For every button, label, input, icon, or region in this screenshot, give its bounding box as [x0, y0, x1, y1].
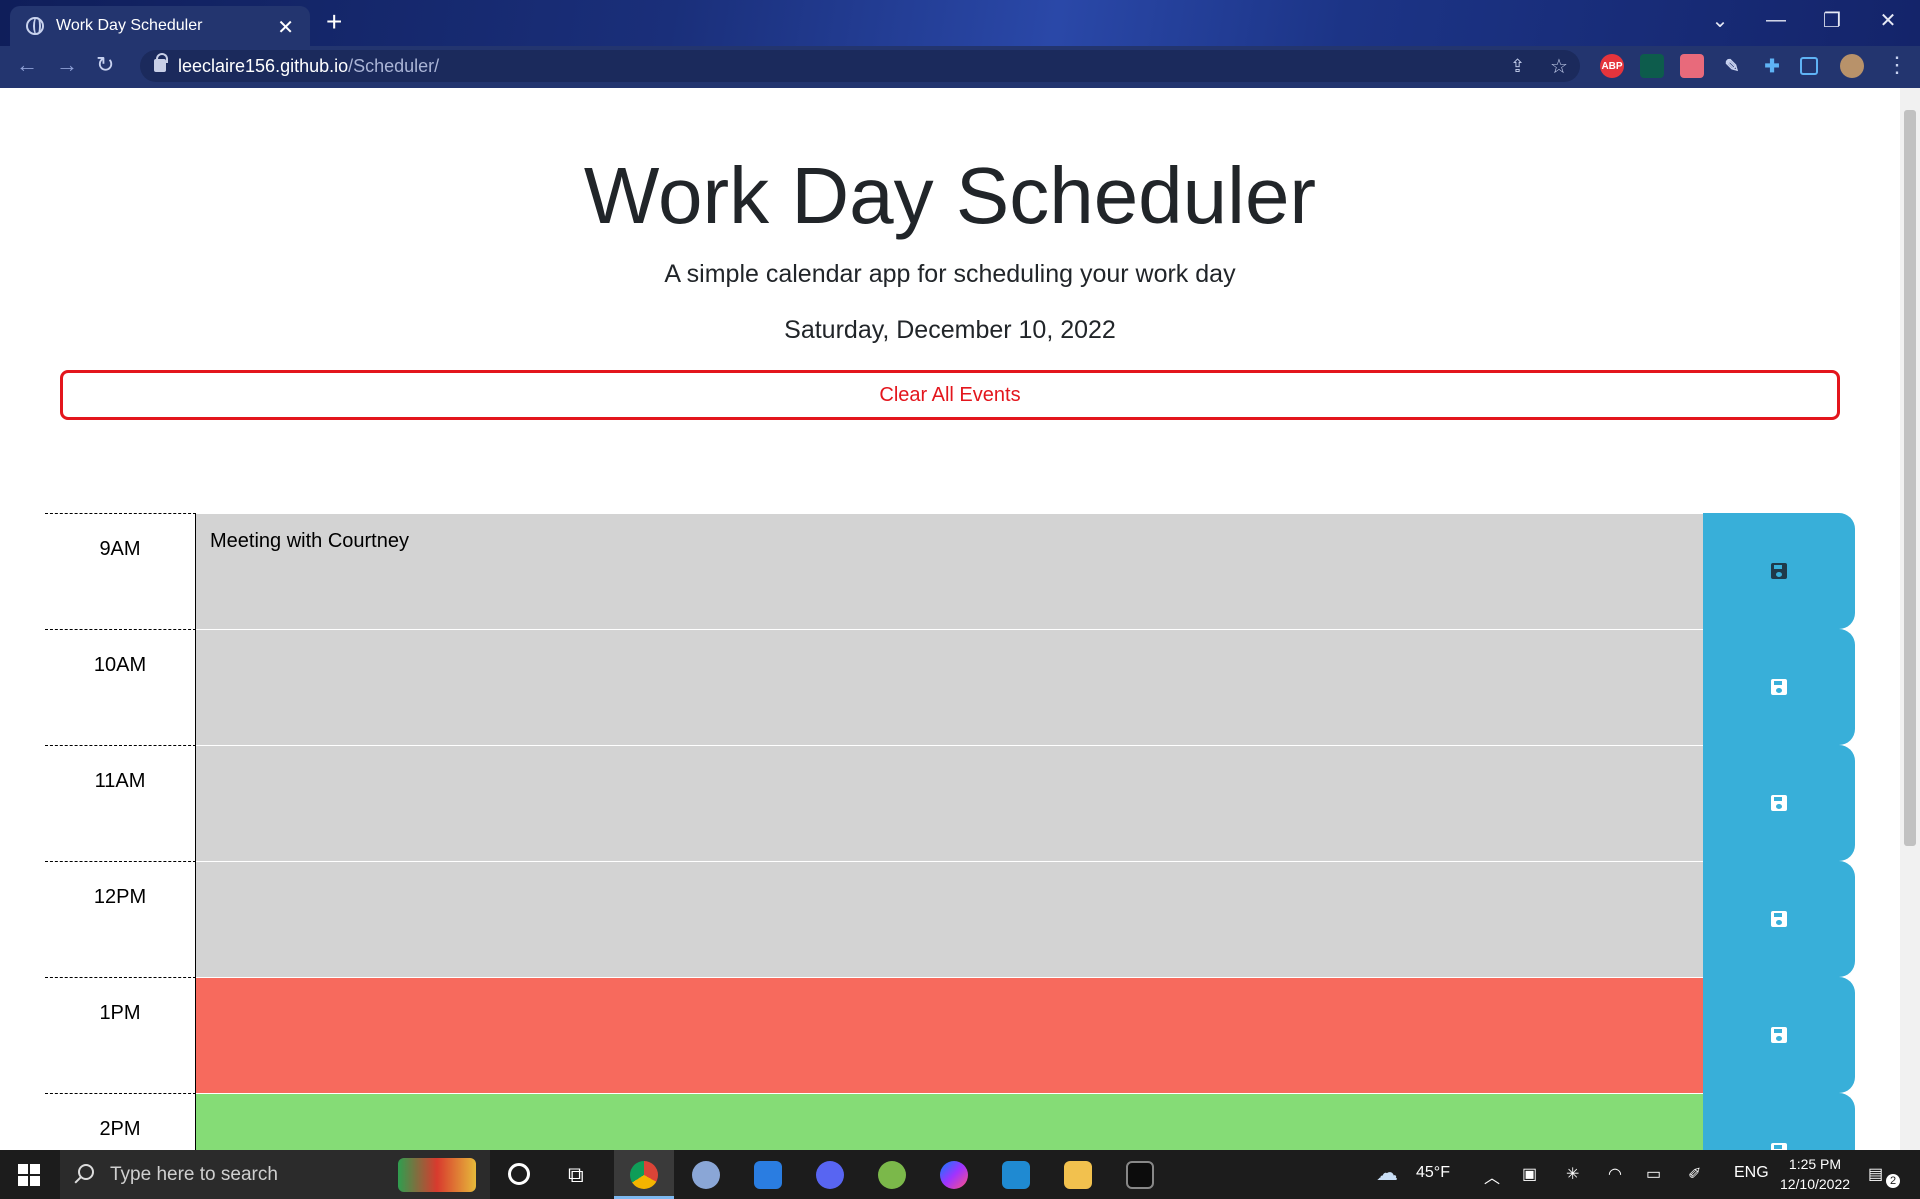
taskbar-search-placeholder: Type here to search: [110, 1163, 278, 1185]
pen-icon[interactable]: ✐: [1688, 1164, 1701, 1184]
video-extension-icon[interactable]: [1680, 54, 1704, 78]
save-button[interactable]: [1703, 861, 1855, 977]
tab-title: Work Day Scheduler: [56, 17, 203, 34]
save-icon: [1771, 679, 1787, 695]
vscode-icon[interactable]: [1002, 1161, 1030, 1189]
wifi-icon[interactable]: ◠: [1608, 1164, 1622, 1184]
hour-label: 2PM: [45, 1093, 196, 1150]
show-hidden-icons-icon[interactable]: ︿: [1484, 1164, 1500, 1188]
restore-icon[interactable]: ❐: [1804, 0, 1860, 40]
meet-now-icon[interactable]: ▣: [1522, 1164, 1537, 1184]
save-button[interactable]: [1703, 1093, 1855, 1150]
battery-icon[interactable]: ▭: [1646, 1164, 1661, 1184]
page-title: Work Day Scheduler: [583, 151, 1317, 240]
time-block: 10AM: [45, 629, 1855, 745]
adblock-extension-icon[interactable]: ABP: [1600, 54, 1624, 78]
profile-avatar[interactable]: [1840, 54, 1864, 78]
save-button[interactable]: [1703, 745, 1855, 861]
extension-icon[interactable]: [1640, 54, 1664, 78]
hour-label: 11AM: [45, 745, 196, 861]
save-button[interactable]: [1703, 513, 1855, 629]
minecraft-icon[interactable]: [878, 1161, 906, 1189]
time-block: 2PM: [45, 1093, 1855, 1150]
menu-kebab-icon[interactable]: ⋮: [1886, 52, 1908, 78]
event-textarea[interactable]: [196, 977, 1703, 1093]
slack-icon[interactable]: ✳: [1566, 1164, 1579, 1184]
holiday-gifts-icon[interactable]: [398, 1158, 476, 1192]
language-indicator[interactable]: ENG: [1734, 1164, 1769, 1182]
browser-tab[interactable]: Work Day Scheduler ✕: [10, 6, 310, 46]
address-bar[interactable]: leeclaire156.github.io/Scheduler/: [140, 50, 1580, 82]
weather-temperature[interactable]: 45°F: [1416, 1164, 1450, 1182]
event-textarea[interactable]: [196, 861, 1703, 977]
hour-label: 9AM: [45, 513, 196, 629]
notification-badge: 2: [1886, 1174, 1900, 1188]
side-panel-icon[interactable]: [1800, 57, 1818, 75]
reload-icon[interactable]: ↻: [96, 52, 114, 78]
search-icon: [78, 1164, 94, 1180]
back-icon[interactable]: ←: [16, 52, 38, 78]
forward-icon[interactable]: →: [56, 52, 78, 78]
save-icon: [1771, 1027, 1787, 1043]
bookmark-star-icon[interactable]: ☆: [1550, 54, 1568, 79]
weather-cloud-icon[interactable]: ☁: [1376, 1160, 1398, 1186]
save-icon: [1771, 563, 1787, 579]
chrome-icon[interactable]: [630, 1161, 658, 1189]
event-textarea[interactable]: Meeting with Courtney: [196, 513, 1703, 629]
clear-all-events-button[interactable]: Clear All Events: [60, 370, 1840, 420]
time-block: 11AM: [45, 745, 1855, 861]
window-close-icon[interactable]: ✕: [1860, 0, 1916, 40]
page-subtitle: A simple calendar app for scheduling you…: [664, 260, 1236, 288]
terminal-icon[interactable]: [1126, 1161, 1154, 1189]
time-block: 9AM Meeting with Courtney: [45, 513, 1855, 629]
close-tab-icon[interactable]: ✕: [277, 15, 294, 40]
file-explorer-icon[interactable]: [1064, 1161, 1092, 1189]
save-button[interactable]: [1703, 977, 1855, 1093]
lock-icon: [154, 53, 168, 72]
event-textarea[interactable]: [196, 745, 1703, 861]
url-host: leeclaire156.github.io: [178, 55, 349, 76]
clock-date: 12/10/2022: [1779, 1176, 1851, 1192]
paint-icon[interactable]: [692, 1161, 720, 1189]
share-icon[interactable]: ⇪: [1510, 56, 1525, 77]
event-textarea[interactable]: [196, 629, 1703, 745]
event-textarea[interactable]: [196, 1093, 1703, 1150]
messenger-icon[interactable]: [940, 1161, 968, 1189]
time-block-list: 9AM Meeting with Courtney 10AM 11AM 12PM…: [45, 513, 1855, 1150]
discord-icon[interactable]: [816, 1161, 844, 1189]
save-icon: [1771, 911, 1787, 927]
notifications-icon[interactable]: ▤: [1868, 1164, 1883, 1184]
time-block: 1PM: [45, 977, 1855, 1093]
task-view-icon[interactable]: ⧉: [568, 1162, 584, 1188]
save-icon: [1771, 1143, 1787, 1150]
scrollbar-thumb[interactable]: [1904, 110, 1916, 846]
taskbar-clock[interactable]: 1:25 PM 12/10/2022: [1775, 1154, 1855, 1194]
globe-icon: [26, 17, 44, 35]
hour-label: 1PM: [45, 977, 196, 1093]
minimize-icon[interactable]: —: [1748, 0, 1804, 40]
current-date: Saturday, December 10, 2022: [784, 316, 1116, 344]
extensions-puzzle-icon[interactable]: ✚: [1760, 54, 1784, 78]
url-path: /Scheduler/: [348, 55, 440, 76]
page-viewport: Work Day Scheduler A simple calendar app…: [0, 88, 1900, 1150]
time-block: 12PM: [45, 861, 1855, 977]
clock-time: 1:25 PM: [1788, 1156, 1842, 1172]
windows-taskbar: Type here to search ⧉ ☁ 45°F ︿ ▣ ✳ ◠ ▭ ✐…: [0, 1150, 1920, 1199]
windows-start-icon[interactable]: [18, 1164, 40, 1186]
browser-tab-bar: Work Day Scheduler ✕ + ⌄ — ❐ ✕: [0, 0, 1920, 46]
tab-search-icon[interactable]: ⌄: [1692, 0, 1748, 40]
calendar-icon[interactable]: [754, 1161, 782, 1189]
hour-label: 10AM: [45, 629, 196, 745]
save-icon: [1771, 795, 1787, 811]
save-button[interactable]: [1703, 629, 1855, 745]
cortana-icon[interactable]: [508, 1163, 530, 1185]
pen-extension-icon[interactable]: ✎: [1720, 54, 1744, 78]
hour-label: 12PM: [45, 861, 196, 977]
new-tab-icon[interactable]: +: [326, 6, 342, 38]
